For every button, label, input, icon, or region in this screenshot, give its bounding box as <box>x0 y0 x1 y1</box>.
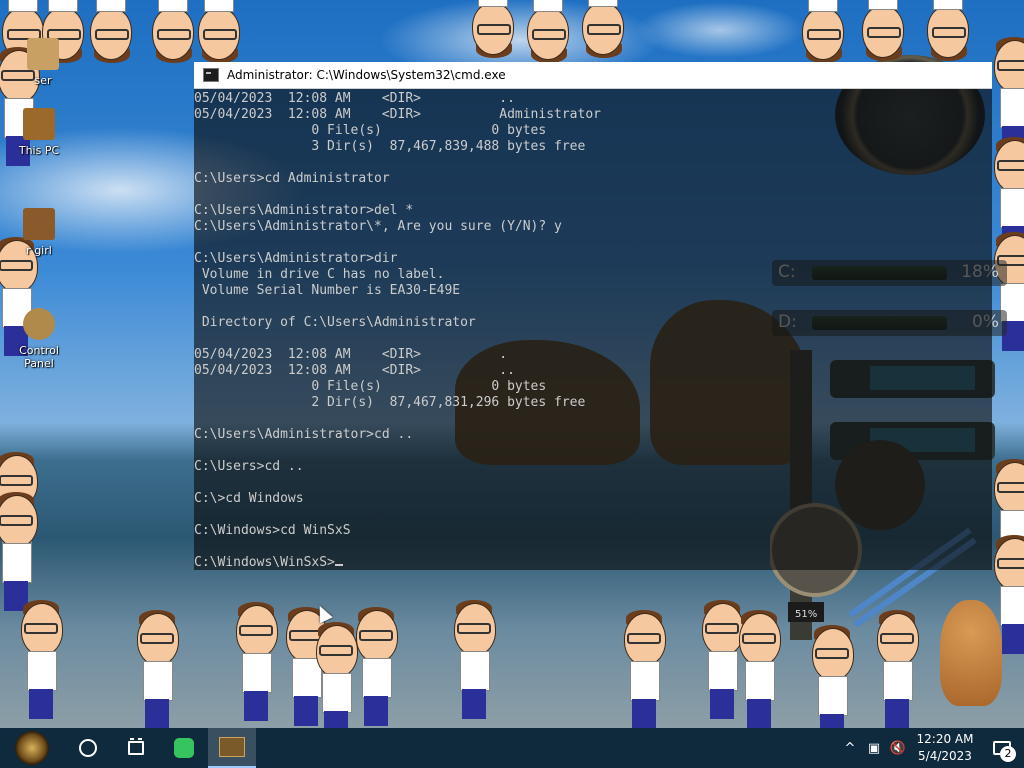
desktop-icon-label: ser <box>34 74 52 87</box>
search-button[interactable] <box>64 728 112 768</box>
cartoon-character <box>873 610 921 733</box>
cartoon-character <box>735 610 783 733</box>
console-line: 2 Dir(s) 87,467,831,296 bytes free <box>194 395 586 410</box>
cartoon-character <box>580 0 628 58</box>
console-line: C:\Users>cd Administrator <box>194 171 390 186</box>
notification-count: 2 <box>1000 746 1016 762</box>
start-button[interactable] <box>0 728 64 768</box>
desktop-icon-label: r girl <box>26 244 52 257</box>
console-line: 05/04/2023 12:08 AM <DIR> . <box>194 347 508 362</box>
clock-date: 5/4/2023 <box>918 749 972 763</box>
cartoon-character <box>352 607 400 730</box>
cmd-window-title: Administrator: C:\Windows\System32\cmd.e… <box>227 68 506 82</box>
console-line: Directory of C:\Users\Administrator <box>194 315 476 330</box>
cartoon-character <box>17 600 65 723</box>
cmd-thumbnail-icon <box>219 737 245 757</box>
console-line: C:\Users\Administrator>dir <box>194 251 398 266</box>
cartoon-character <box>800 0 848 63</box>
task-view-button[interactable] <box>112 728 160 768</box>
console-line: Volume in drive C has no label. <box>194 267 445 282</box>
cartoon-character <box>0 492 40 615</box>
pressure-readout: 51% <box>795 609 818 620</box>
clock-time: 12:20 AM <box>916 732 974 746</box>
console-line: Volume Serial Number is EA30-E49E <box>194 283 461 298</box>
action-center-button[interactable]: 2 <box>980 728 1024 768</box>
volume-muted-icon[interactable]: 🔇 <box>886 728 910 768</box>
sticky-notes-icon <box>174 738 194 758</box>
console-line: C:\>cd Windows <box>194 491 304 506</box>
console-prompt: C:\Windows\WinSxS> <box>194 555 335 570</box>
console-line: 05/04/2023 12:08 AM <DIR> Administrator <box>194 107 601 122</box>
start-orb-icon <box>15 731 49 765</box>
taskbar-pinned-sticky-notes[interactable] <box>160 728 208 768</box>
console-prompt-line[interactable]: C:\Windows\WinSxS> <box>194 555 992 571</box>
taskbar-active-cmd[interactable] <box>208 728 256 768</box>
console-output: 05/04/2023 12:08 AM <DIR> .. 05/04/2023 1… <box>194 91 992 555</box>
console-line: C:\Users\Administrator\*, Are you sure (… <box>194 219 562 234</box>
cmd-app-icon <box>203 68 219 82</box>
cartoon-character <box>925 0 973 61</box>
cartoon-character <box>232 602 280 725</box>
control-panel-icon <box>23 308 55 340</box>
cartoon-character <box>450 600 498 723</box>
desktop-icon-label: Control Panel <box>19 344 59 370</box>
cartoon-character <box>196 0 244 63</box>
cartoon-character <box>860 0 908 61</box>
desktop-icon-user[interactable]: ser <box>8 38 78 87</box>
hamster-character <box>940 600 1002 706</box>
task-view-icon <box>128 738 144 755</box>
cmd-titlebar[interactable]: Administrator: C:\Windows\System32\cmd.e… <box>194 62 992 89</box>
text-cursor <box>334 564 343 566</box>
cartoon-character <box>620 610 668 733</box>
cartoon-character <box>133 610 181 733</box>
console-line: C:\Users>cd .. <box>194 459 304 474</box>
cartoon-character <box>990 232 1024 355</box>
console-line: C:\Windows>cd WinSxS <box>194 523 351 538</box>
console-line: 05/04/2023 12:08 AM <DIR> .. <box>194 363 515 378</box>
cartoon-character <box>88 0 136 63</box>
cmd-window[interactable]: Administrator: C:\Windows\System32\cmd.e… <box>194 62 992 570</box>
cartoon-character <box>525 0 573 63</box>
desktop-icon-this-pc[interactable]: This PC <box>4 108 74 157</box>
taskbar-clock[interactable]: 12:20 AM 5/4/2023 <box>910 731 980 765</box>
desktop-icon-folder[interactable]: r girl <box>4 208 74 257</box>
taskbar: ^ ▣ 🔇 12:20 AM 5/4/2023 2 <box>0 728 1024 768</box>
cortana-circle-icon <box>79 739 97 757</box>
cartoon-character <box>470 0 518 58</box>
computer-icon <box>23 108 55 140</box>
console-line: 05/04/2023 12:08 AM <DIR> .. <box>194 91 515 106</box>
cmd-console[interactable]: 05/04/2023 12:08 AM <DIR> .. 05/04/2023 1… <box>194 89 992 570</box>
desktop-icon-label: This PC <box>18 144 60 157</box>
console-line: 0 File(s) 0 bytes <box>194 379 547 394</box>
chevron-up-icon[interactable]: ^ <box>838 728 862 768</box>
user-icon <box>27 38 59 70</box>
console-line: C:\Users\Administrator>cd .. <box>194 427 414 442</box>
cartoon-character <box>150 0 198 63</box>
folder-icon <box>23 208 55 240</box>
network-icon[interactable]: ▣ <box>862 728 886 768</box>
system-tray: ^ ▣ 🔇 12:20 AM 5/4/2023 2 <box>838 728 1024 768</box>
console-line: 0 File(s) 0 bytes <box>194 123 547 138</box>
console-line: 3 Dir(s) 87,467,839,488 bytes free <box>194 139 586 154</box>
console-line: C:\Users\Administrator>del * <box>194 203 414 218</box>
desktop-icon-control-panel[interactable]: Control Panel <box>4 308 74 370</box>
